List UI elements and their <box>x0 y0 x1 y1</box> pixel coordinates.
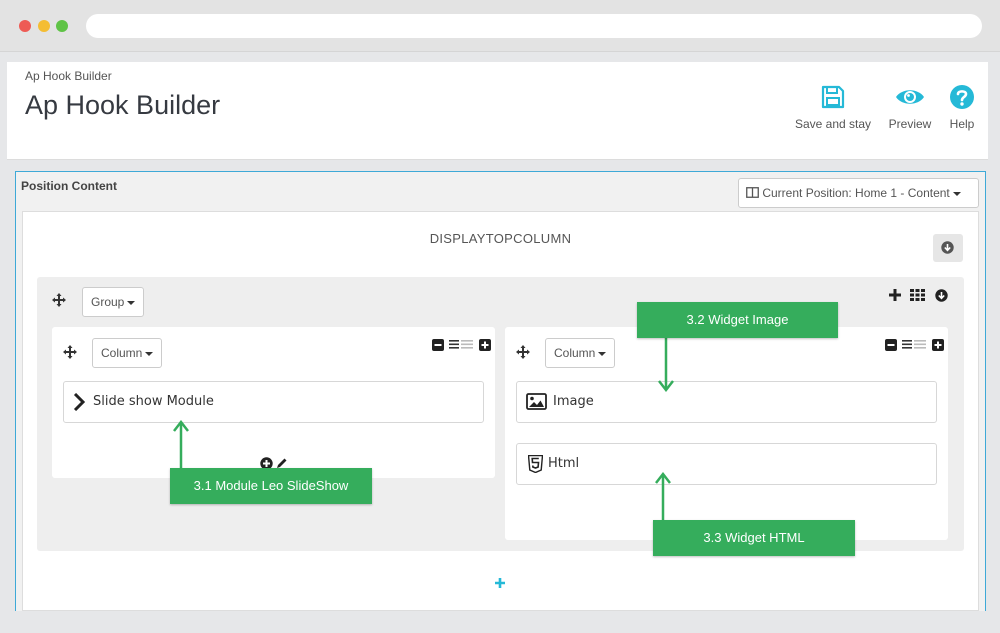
column-dropdown-label: Column <box>554 346 596 360</box>
widget-image[interactable]: Image <box>516 381 937 423</box>
browser-titlebar <box>0 0 1000 52</box>
add-group-plus-icon[interactable] <box>494 577 506 589</box>
save-icon <box>821 85 845 109</box>
callout-arrow-icon <box>173 420 189 470</box>
group-dropdown[interactable]: Group <box>82 287 145 317</box>
move-icon[interactable] <box>516 345 530 359</box>
widget-slideshow-module[interactable]: Slide show Module <box>63 381 484 423</box>
breadcrumb[interactable]: Ap Hook Builder <box>25 69 112 83</box>
current-position-label: Current Position: Home 1 - Content <box>762 186 950 200</box>
circle-arrow-down-icon[interactable] <box>935 289 948 302</box>
html5-icon <box>528 455 543 473</box>
column-dropdown[interactable]: Column <box>92 338 163 368</box>
address-bar[interactable] <box>86 14 982 38</box>
grid-icon[interactable] <box>910 289 925 301</box>
plus-square-icon[interactable] <box>479 339 491 351</box>
callout-module-slideshow: 3.1 Module Leo SlideShow <box>170 468 372 504</box>
image-icon <box>526 393 547 410</box>
callout-widget-html: 3.3 Widget HTML <box>653 520 855 556</box>
callout-arrow-icon <box>658 336 674 392</box>
current-position-select[interactable]: Current Position: Home 1 - Content <box>738 178 979 208</box>
minimize-window-dot[interactable] <box>38 20 50 32</box>
preview-button[interactable]: Preview <box>882 84 938 131</box>
column-right: Column Image Html <box>505 327 948 540</box>
group-dropdown-label: Group <box>91 295 125 309</box>
column-dropdown-label: Column <box>101 346 143 360</box>
callout-arrow-icon <box>655 472 671 522</box>
columns-icon <box>746 187 759 198</box>
plus-square-icon[interactable] <box>932 339 944 351</box>
maximize-window-dot[interactable] <box>56 20 68 32</box>
move-icon[interactable] <box>63 345 77 359</box>
minus-square-icon[interactable] <box>432 339 444 351</box>
plus-icon[interactable] <box>889 289 901 301</box>
minus-square-icon[interactable] <box>885 339 897 351</box>
panel-title: Position Content <box>21 179 117 193</box>
column-width-icon[interactable] <box>449 339 473 351</box>
save-and-stay-label: Save and stay <box>794 117 872 131</box>
caret-down-icon <box>127 300 136 305</box>
help-label: Help <box>949 117 975 131</box>
group-tools <box>889 289 949 305</box>
help-icon <box>950 85 974 109</box>
caret-down-icon <box>598 351 607 356</box>
close-window-dot[interactable] <box>19 20 31 32</box>
callout-widget-image: 3.2 Widget Image <box>637 302 838 338</box>
eye-icon <box>896 90 924 104</box>
widget-label: Image <box>553 394 594 409</box>
chevron-right-icon <box>73 393 85 411</box>
hook-name: DISPLAYTOPCOLUMN <box>429 231 572 246</box>
hook-collapse-button[interactable] <box>933 234 963 262</box>
column-left: Column Slide show Module <box>52 327 495 478</box>
widget-html[interactable]: Html <box>516 443 937 485</box>
page-header: Ap Hook Builder Ap Hook Builder Save and… <box>7 62 988 160</box>
caret-down-icon <box>145 351 154 356</box>
preview-label: Preview <box>888 117 932 131</box>
move-icon[interactable] <box>52 293 66 307</box>
caret-down-icon <box>952 191 961 196</box>
column-width-icon[interactable] <box>902 339 926 351</box>
column-dropdown[interactable]: Column <box>545 338 616 368</box>
page-title: Ap Hook Builder <box>25 90 221 120</box>
help-button[interactable]: Help <box>940 84 984 131</box>
save-and-stay-button[interactable]: Save and stay <box>793 84 873 131</box>
widget-label: Slide show Module <box>93 394 214 409</box>
circle-arrow-down-icon <box>941 241 954 254</box>
widget-label: Html <box>548 456 580 471</box>
